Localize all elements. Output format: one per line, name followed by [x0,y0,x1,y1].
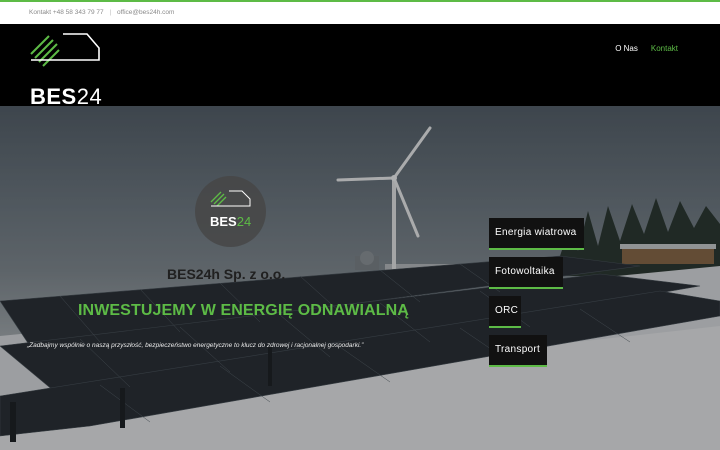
contact-bar: Kontakt +48 58 343 79 77 | office@bes24h… [0,0,720,24]
hero-logo-mark-icon [210,190,251,207]
menu-orc[interactable]: ORC [489,296,521,328]
nav-kontakt[interactable]: Kontakt [651,44,678,53]
menu-energia-wiatrowa[interactable]: Energia wiatrowa [489,218,584,250]
main-nav: O Nas Kontakt [615,44,678,53]
site-logo[interactable]: BES24 [29,32,109,109]
contact-email[interactable]: office@bes24h.com [117,9,174,16]
hero-overlay [0,106,720,450]
site-header: BES24 O Nas Kontakt [0,24,720,109]
menu-transport[interactable]: Transport [489,335,547,367]
nav-o-nas[interactable]: O Nas [615,44,638,53]
menu-fotowoltaika[interactable]: Fotowoltaika [489,257,563,289]
hero-section: BES24 BES24h Sp. z o.o. INWESTUJEMY W EN… [0,106,720,450]
hero-logo-wordmark: BES24 [210,214,252,229]
hero-circle-logo: BES24 [195,176,266,247]
logo-mark-icon [30,33,100,67]
contact-separator: | [109,9,112,16]
contact-phone[interactable]: Kontakt +48 58 343 79 77 [29,9,104,16]
hero-headline: INWESTUJEMY W ENERGIĘ ODNAWIALNĄ [78,302,409,319]
hero-quote: „Zadbajmy wspólnie o naszą przyszłość, b… [27,342,364,349]
services-menu: Energia wiatrowa Fotowoltaika ORC Transp… [489,218,584,374]
company-name: BES24h Sp. z o.o. [167,266,286,282]
